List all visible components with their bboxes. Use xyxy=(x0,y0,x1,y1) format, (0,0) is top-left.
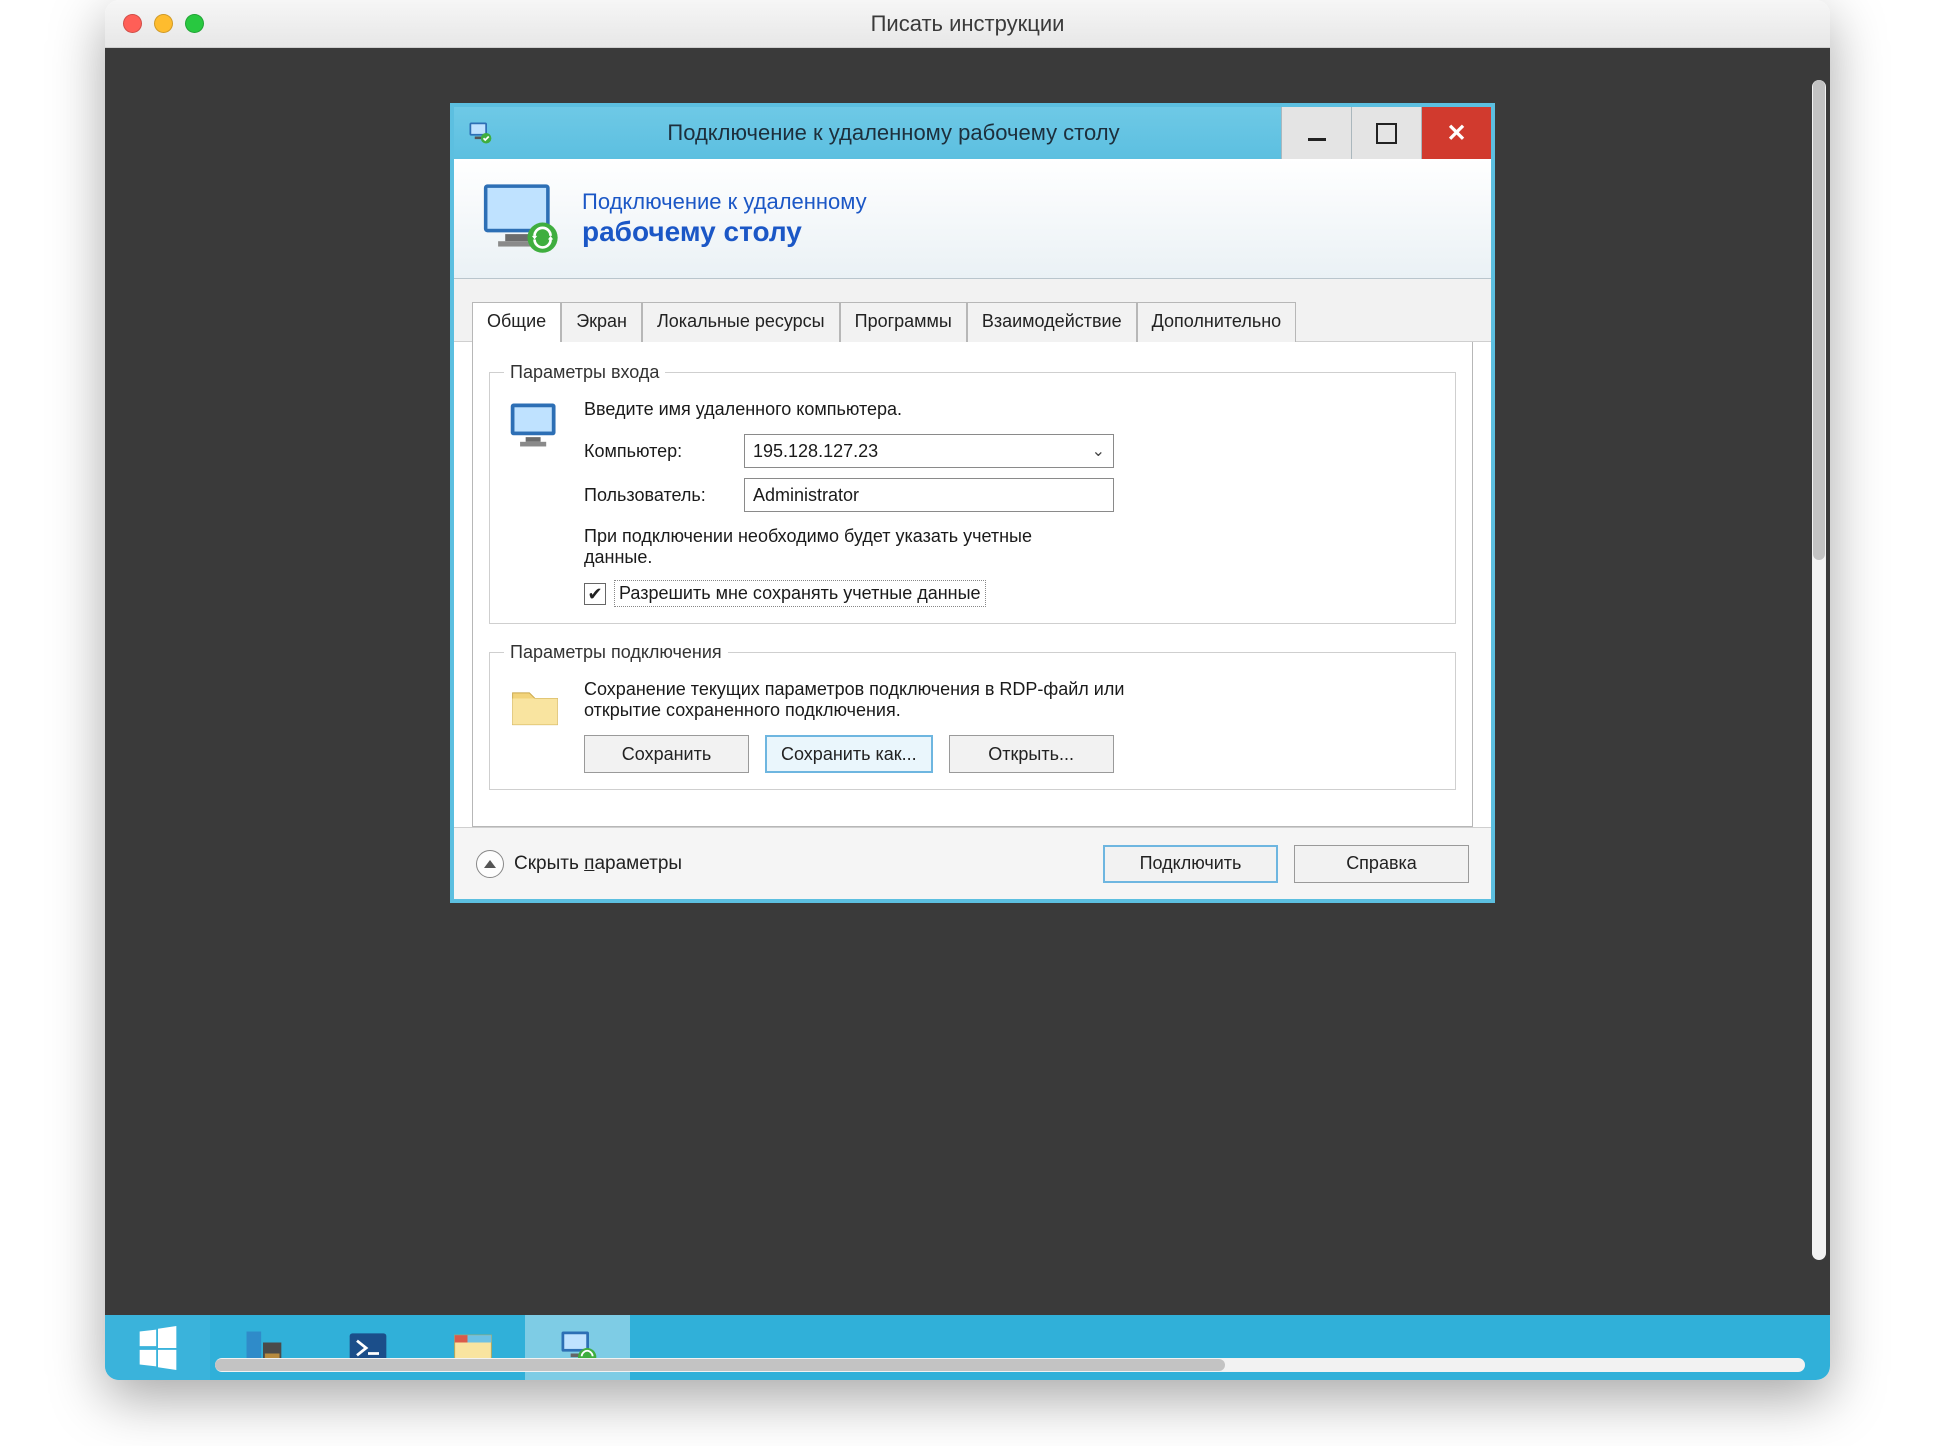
mac-close-button[interactable] xyxy=(123,14,142,33)
tab-display[interactable]: Экран xyxy=(561,302,642,342)
connect-button[interactable]: Подключить xyxy=(1103,845,1278,883)
open-button[interactable]: Открыть... xyxy=(949,735,1114,773)
rdp-app-icon xyxy=(454,119,506,147)
rdp-header-line1: Подключение к удаленному xyxy=(582,189,867,215)
rdp-header-banner: Подключение к удаленному рабочему столу xyxy=(454,159,1491,279)
save-as-button[interactable]: Сохранить как... xyxy=(765,735,933,773)
tab-programs[interactable]: Программы xyxy=(840,302,967,342)
maximize-button[interactable] xyxy=(1351,107,1421,159)
tab-local-resources[interactable]: Локальные ресурсы xyxy=(642,302,840,342)
user-input[interactable]: Administrator xyxy=(744,478,1114,512)
tab-advanced[interactable]: Дополнительно xyxy=(1137,302,1297,342)
rdp-footer: Скрыть параметры Подключить Справка xyxy=(454,827,1491,899)
user-label: Пользователь: xyxy=(584,485,744,506)
mac-traffic-lights xyxy=(123,0,204,47)
help-button[interactable]: Справка xyxy=(1294,845,1469,883)
rdp-titlebar[interactable]: Подключение к удаленному рабочему столу … xyxy=(454,107,1491,159)
hide-parameters-link[interactable]: Скрыть параметры xyxy=(476,850,682,878)
computer-label: Компьютер: xyxy=(584,441,744,462)
rdp-tabs: Общие Экран Локальные ресурсы Программы … xyxy=(454,279,1491,342)
scrollbar-thumb[interactable] xyxy=(215,1359,1225,1371)
tab-experience[interactable]: Взаимодействие xyxy=(967,302,1137,342)
connection-settings-group: Параметры подключения Сохранение текущих… xyxy=(489,642,1456,790)
save-credentials-checkbox[interactable]: ✔ xyxy=(584,583,606,605)
folder-icon xyxy=(504,675,566,773)
mac-zoom-button[interactable] xyxy=(185,14,204,33)
user-value: Administrator xyxy=(753,485,859,506)
start-button[interactable] xyxy=(105,1315,210,1380)
mac-horizontal-scrollbar[interactable] xyxy=(215,1358,1805,1372)
scrollbar-thumb[interactable] xyxy=(1813,80,1825,560)
save-button[interactable]: Сохранить xyxy=(584,735,749,773)
monitor-icon xyxy=(478,179,568,259)
minimize-button[interactable] xyxy=(1281,107,1351,159)
mac-minimize-button[interactable] xyxy=(154,14,173,33)
computer-value: 195.128.127.23 xyxy=(753,441,878,462)
connection-intro-text: Сохранение текущих параметров подключени… xyxy=(584,679,1144,721)
mac-titlebar[interactable]: Писать инструкции xyxy=(105,0,1830,48)
login-group-title: Параметры входа xyxy=(504,362,665,383)
login-settings-group: Параметры входа xyxy=(489,362,1456,624)
rdp-header-line2: рабочему столу xyxy=(582,215,867,249)
mac-vertical-scrollbar[interactable] xyxy=(1812,80,1826,1260)
login-intro-text: Введите имя удаленного компьютера. xyxy=(584,399,1441,420)
collapse-arrow-icon xyxy=(476,850,504,878)
remote-desktop-area: Подключение к удаленному рабочему столу … xyxy=(105,48,1830,1315)
chevron-down-icon: ⌄ xyxy=(1092,441,1105,461)
credentials-note: При подключении необходимо будет указать… xyxy=(584,526,1104,568)
tab-panel-general: Параметры входа xyxy=(472,342,1473,827)
close-button[interactable]: ✕ xyxy=(1421,107,1491,159)
mac-window-frame: Писать инструкции Подключение к xyxy=(105,0,1830,1380)
tab-general[interactable]: Общие xyxy=(472,302,561,342)
rdp-window-title: Подключение к удаленному рабочему столу xyxy=(506,120,1281,146)
mac-window-title: Писать инструкции xyxy=(871,11,1065,37)
connection-group-title: Параметры подключения xyxy=(504,642,728,663)
computer-icon xyxy=(504,395,566,607)
save-credentials-label[interactable]: Разрешить мне сохранять учетные данные xyxy=(614,580,986,607)
computer-combobox[interactable]: 195.128.127.23 ⌄ xyxy=(744,434,1114,468)
rdp-connection-window: Подключение к удаленному рабочему столу … xyxy=(450,103,1495,903)
